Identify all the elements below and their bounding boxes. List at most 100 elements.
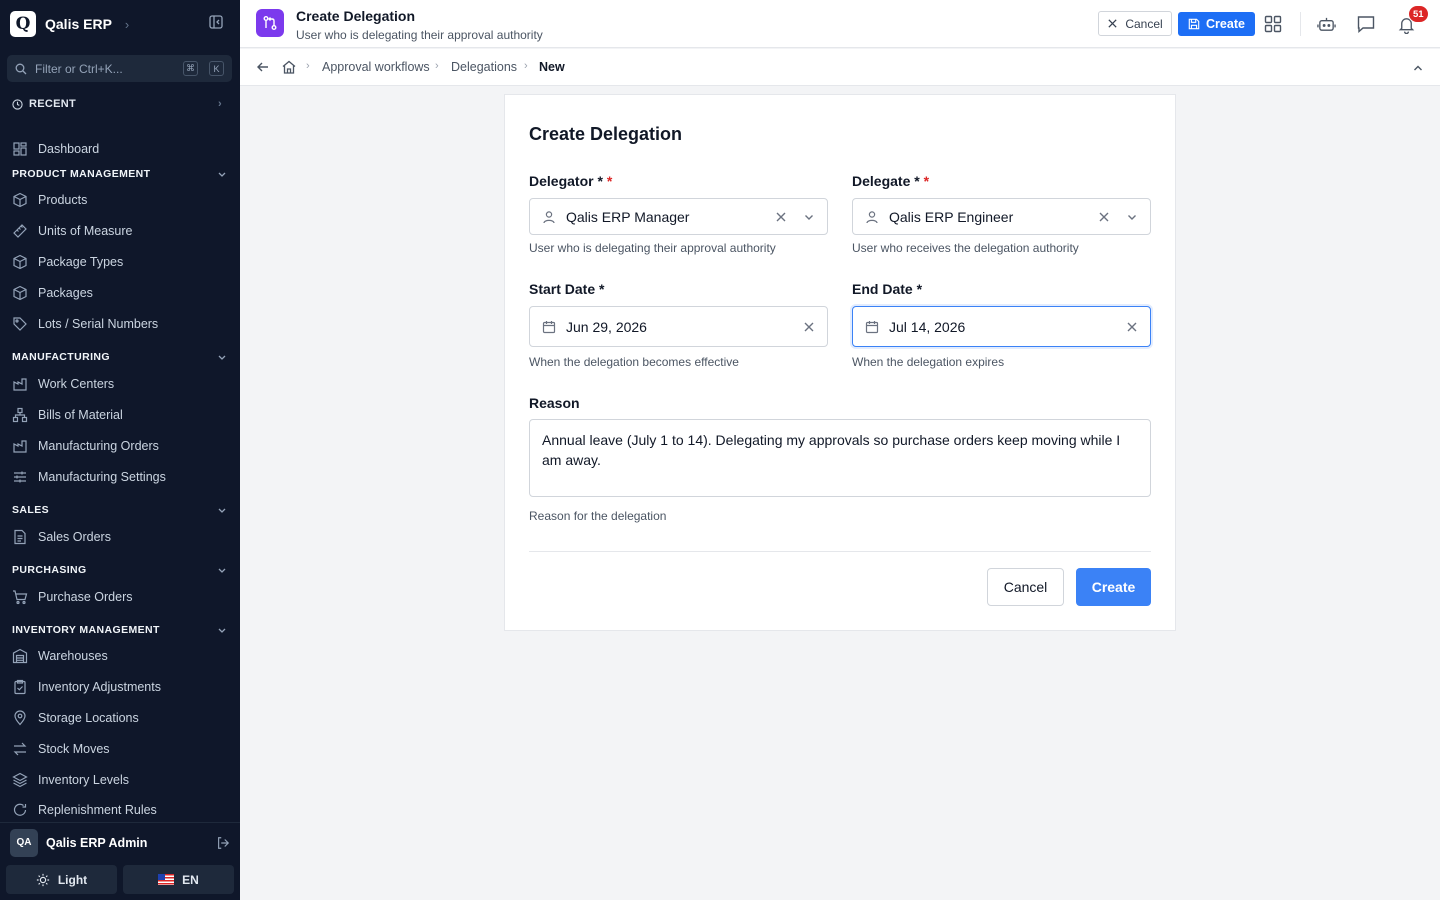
workflow-icon [256,9,284,37]
filter-input[interactable]: Filter or Ctrl+K... ⌘ K [7,55,232,82]
sidebar-item-label: Products [38,193,88,207]
required-marker: * [606,173,613,189]
chevron-down-icon [218,568,226,573]
clear-icon[interactable] [803,321,815,333]
sidebar-item-label: Sales Orders [38,530,111,544]
chevron-right-icon: › [218,98,222,110]
clear-icon[interactable] [775,211,787,223]
user-bar: QA Qalis ERP Admin [0,822,240,862]
factory-icon [13,440,27,453]
sidebar-item-label: Lots / Serial Numbers [38,317,159,331]
section-label: INVENTORY MANAGEMENT [12,624,160,636]
header-cancel-button[interactable]: Cancel [1098,11,1172,36]
brand[interactable]: Q Qalis ERP › [10,10,129,38]
sun-icon [36,873,49,886]
sliders-icon [14,471,26,483]
create-button[interactable]: Create [1076,568,1151,606]
sidebar-item-replenishment-rules[interactable]: Replenishment Rules [12,800,227,820]
sidebar-item-packages[interactable]: Packages [12,282,227,304]
sidebar-item-storage-locations[interactable]: Storage Locations [12,707,227,729]
section-label: SALES [12,504,50,516]
apps-grid-icon[interactable] [1263,14,1283,34]
sidebar-item-warehouses[interactable]: Warehouses [12,645,227,667]
calendar-icon [542,320,556,333]
chevron-down-icon[interactable] [803,211,815,223]
sidebar-item-work-centers[interactable]: Work Centers [12,373,227,395]
sidebar-item-purchase-orders[interactable]: Purchase Orders [12,586,227,608]
home-icon[interactable] [281,59,297,80]
breadcrumb-separator: › [524,60,528,72]
avatar[interactable]: QA [10,828,38,857]
chevron-down-icon [218,355,226,360]
breadcrumb-delegations[interactable]: Delegations [451,60,517,74]
hierarchy-icon [12,407,28,423]
clear-icon[interactable] [1126,321,1138,333]
sidebar-item-lots-serial-numbers[interactable]: Lots / Serial Numbers [12,313,227,335]
sidebar-item-units-of-measure[interactable]: Units of Measure [12,220,227,242]
cancel-button[interactable]: Cancel [987,568,1064,606]
user-name[interactable]: Qalis ERP Admin [46,836,208,850]
back-arrow-icon[interactable] [256,60,270,79]
header-create-button[interactable]: Create [1178,12,1255,36]
sidebar-item-label: Bills of Material [38,408,123,422]
bot-icon[interactable] [1316,14,1336,34]
user-icon [543,210,555,223]
sidebar-item-manufacturing-settings[interactable]: Manufacturing Settings [12,466,227,488]
sidebar-item-label: Manufacturing Orders [38,439,159,453]
brand-logo: Q [10,11,36,37]
chat-icon[interactable] [1356,14,1376,34]
cart-icon [13,590,28,605]
sidebar-item-label: Warehouses [38,649,108,663]
sidebar-item-label: Storage Locations [38,711,139,725]
form-divider [529,551,1151,552]
language-button[interactable]: EN [123,865,234,894]
refresh-icon [13,803,27,816]
sidebar-item-bills-of-material[interactable]: Bills of Material [12,404,227,426]
section-sales[interactable]: SALES [12,502,227,518]
collapse-sidebar-icon[interactable] [209,15,225,31]
sidebar-item-dashboard[interactable]: Dashboard [12,138,227,160]
sidebar-item-label: Package Types [38,255,124,269]
clipboard-check-icon [14,679,26,695]
sidebar-item-label: Stock Moves [38,742,110,756]
sidebar-item-package-types[interactable]: Package Types [12,251,227,273]
kbd-k: K [209,61,224,76]
save-icon [1188,18,1200,30]
section-product-management[interactable]: PRODUCT MANAGEMENT [12,166,227,182]
breadcrumb-separator: › [306,60,310,72]
sidebar-item-label: Inventory Adjustments [38,680,161,694]
chevron-up-icon[interactable] [1412,61,1424,79]
filter-placeholder: Filter or Ctrl+K... [35,61,123,76]
sidebar-item-inventory-adjustments[interactable]: Inventory Adjustments [12,676,227,698]
delegator-help: User who is delegating their approval au… [529,241,776,255]
section-purchasing[interactable]: PURCHASING [12,562,227,578]
sidebar-item-sales-orders[interactable]: Sales Orders [12,526,227,548]
sidebar-item-stock-moves[interactable]: Stock Moves [12,738,227,760]
logout-icon[interactable] [216,836,230,850]
delegator-value: Qalis ERP Manager [566,208,690,225]
sidebar-item-products[interactable]: Products [12,189,227,211]
sidebar-item-manufacturing-orders[interactable]: Manufacturing Orders [12,435,227,457]
box-icon [13,254,27,270]
sidebar-item-label: Work Centers [38,377,115,391]
delegate-select[interactable]: Qalis ERP Engineer [852,198,1151,235]
reason-textarea[interactable]: Annual leave (July 1 to 14). Delegating … [529,419,1151,497]
delegator-select[interactable]: Qalis ERP Manager [529,198,828,235]
chevron-down-icon[interactable] [1126,211,1138,223]
section-inventory-management[interactable]: INVENTORY MANAGEMENT [12,622,227,638]
theme-toggle-button[interactable]: Light [6,865,117,894]
clear-icon[interactable] [1098,211,1110,223]
section-label: PURCHASING [12,564,87,576]
notification-badge: 51 [1408,5,1429,23]
sidebar-item-label: Inventory Levels [38,773,130,787]
start-date-input[interactable]: Jun 29, 2026 [529,306,828,347]
recent-section[interactable]: RECENT › [12,98,222,110]
section-manufacturing[interactable]: MANUFACTURING [12,349,227,365]
sidebar-item-inventory-levels[interactable]: Inventory Levels [12,769,227,791]
delegate-label-text: Delegate * [852,173,920,189]
end-date-input[interactable]: Jul 14, 2026 [852,306,1151,347]
breadcrumb-approval-workflows[interactable]: Approval workflows [322,60,430,74]
chevron-down-icon [218,172,226,177]
tag-icon [13,317,27,331]
map-pin-icon [14,710,26,726]
